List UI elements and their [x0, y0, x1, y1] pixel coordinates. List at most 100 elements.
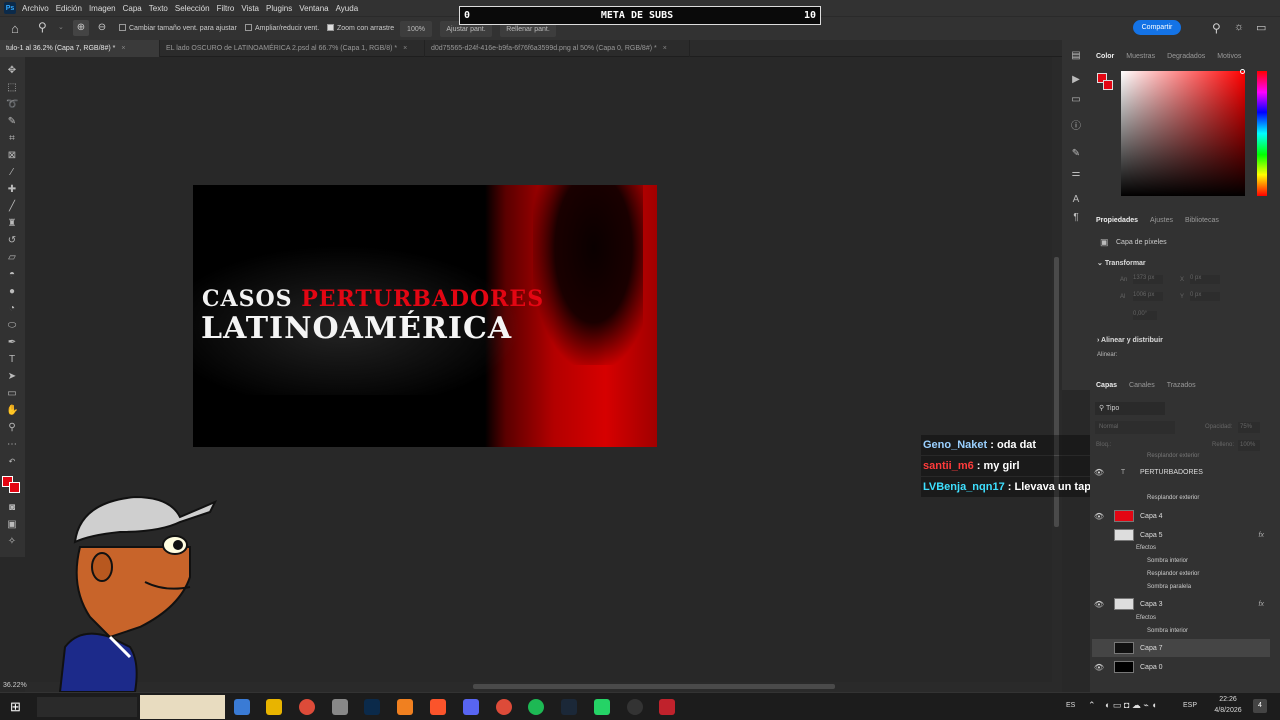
color-picker-handle[interactable]: [1240, 69, 1245, 74]
layer-row[interactable]: Capa 5 fx: [1092, 526, 1270, 544]
align-section[interactable]: › Alinear y distribuir: [1097, 337, 1163, 344]
eye-icon[interactable]: 👁: [1092, 468, 1106, 477]
menu-imagen[interactable]: Imagen: [89, 4, 116, 13]
width-field[interactable]: 1373 px: [1133, 275, 1163, 284]
color-picker-field[interactable]: [1121, 71, 1245, 196]
stamp-tool-icon[interactable]: ♜: [6, 218, 18, 230]
dodge-tool-icon[interactable]: ◔: [6, 303, 18, 315]
resize-windows-checkbox[interactable]: Cambiar tamaño vent. para ajustar: [119, 24, 237, 32]
home-icon[interactable]: ⌂: [11, 21, 19, 36]
app-icon[interactable]: [332, 699, 348, 715]
effect-item[interactable]: Sombra interior: [1147, 558, 1188, 564]
move-tool-icon[interactable]: ✥: [6, 65, 18, 77]
effect-item[interactable]: Resplandor exterior: [1147, 571, 1199, 577]
eye-icon[interactable]: 👁: [1092, 600, 1106, 609]
play-action-icon[interactable]: ▶: [1070, 74, 1082, 86]
menu-edicion[interactable]: Edición: [56, 4, 82, 13]
whatsapp-icon[interactable]: [594, 699, 610, 715]
notification-icon[interactable]: 4: [1253, 699, 1267, 713]
crop-tool-icon[interactable]: ⌗: [6, 133, 18, 145]
healing-brush-tool-icon[interactable]: ✚: [6, 184, 18, 196]
effects-group[interactable]: Efectos: [1136, 615, 1156, 621]
menu-archivo[interactable]: Archivo: [22, 4, 49, 13]
copilot-icon[interactable]: [234, 699, 250, 715]
eye-icon[interactable]: 👁: [1092, 512, 1106, 521]
brush-tool-icon[interactable]: ╱: [6, 201, 18, 213]
hue-slider[interactable]: [1257, 71, 1267, 196]
blur-tool-icon[interactable]: ●: [6, 286, 18, 298]
effect-item[interactable]: Resplandor exterior: [1147, 453, 1199, 459]
spotify-icon[interactable]: [528, 699, 544, 715]
chrome-icon[interactable]: [299, 699, 315, 715]
layer-row[interactable]: 👁 Capa 4: [1092, 507, 1270, 525]
scroll-thumb[interactable]: [473, 684, 835, 689]
y-field[interactable]: 0 px: [1190, 292, 1220, 301]
chevron-up-icon[interactable]: ⌃: [1088, 700, 1096, 711]
zoom-tool-icon[interactable]: ⚲: [38, 20, 47, 34]
transform-section[interactable]: ⌄ Transformar: [1097, 259, 1146, 267]
history-brush-tool-icon[interactable]: ↺: [6, 235, 18, 247]
close-icon[interactable]: ×: [403, 45, 407, 52]
brave-icon[interactable]: [430, 699, 446, 715]
height-field[interactable]: 1006 px: [1133, 292, 1163, 301]
tab-paths[interactable]: Trazados: [1167, 382, 1196, 389]
zoom-tool-icon[interactable]: ⚲: [6, 422, 18, 434]
scrubby-zoom-checkbox[interactable]: Zoom con arrastre: [327, 24, 394, 32]
language-indicator[interactable]: ES: [1066, 702, 1075, 709]
photoshop-taskbar-icon[interactable]: [364, 699, 380, 715]
close-icon[interactable]: ×: [121, 45, 125, 52]
zoom-in-icon[interactable]: ⊕: [73, 20, 89, 36]
pen-tool-icon[interactable]: ✒: [6, 337, 18, 349]
layer-row-selected[interactable]: Capa 7: [1092, 639, 1270, 657]
effects-group[interactable]: Efectos: [1136, 545, 1156, 551]
tray-icons[interactable]: ◐ ▭ ◘ ☁ ⌁ ◖: [1105, 700, 1157, 711]
fl-studio-icon[interactable]: [397, 699, 413, 715]
history-panel-icon[interactable]: ▤: [1070, 50, 1082, 62]
menu-filtro[interactable]: Filtro: [217, 4, 235, 13]
tab-libraries[interactable]: Bibliotecas: [1185, 217, 1219, 224]
chevron-down-icon[interactable]: ⌄: [58, 23, 64, 31]
clock-time[interactable]: 22:26: [1210, 696, 1246, 703]
hand-tool-icon[interactable]: ✋: [6, 405, 18, 417]
workspace-icon[interactable]: ▭: [1256, 21, 1266, 34]
layer-row[interactable]: 👁 T PERTURBADORES: [1092, 463, 1270, 481]
marquee-tool-icon[interactable]: ⬚: [6, 82, 18, 94]
effect-item[interactable]: Sombra paralela: [1147, 584, 1191, 590]
clock-date[interactable]: 4/8/2026: [1206, 707, 1250, 714]
opacity-field[interactable]: 75%: [1238, 422, 1260, 433]
tab-document-2[interactable]: EL lado OSCURO de LATINOAMÉRICA 2.psd al…: [160, 40, 425, 57]
effect-item[interactable]: Sombra interior: [1147, 628, 1188, 634]
tab-patterns[interactable]: Motivos: [1217, 53, 1241, 60]
document-canvas[interactable]: CASOS PERTURBADORES LATINOAMÉRICA: [193, 185, 657, 447]
quick-select-tool-icon[interactable]: ✎: [6, 116, 18, 128]
effect-item[interactable]: Resplandor exterior: [1147, 495, 1199, 501]
adjust-icon[interactable]: ⚌: [1070, 168, 1082, 180]
tab-channels[interactable]: Canales: [1129, 382, 1155, 389]
menu-seleccion[interactable]: Selección: [175, 4, 210, 13]
layer-filter-select[interactable]: ⚲ Tipo: [1095, 402, 1165, 415]
background-color-swatch[interactable]: [9, 482, 20, 493]
keyboard-layout[interactable]: ESP: [1183, 702, 1197, 709]
angle-field[interactable]: 0,00°: [1133, 311, 1157, 320]
lightbulb-icon[interactable]: ☼: [1234, 21, 1244, 33]
swap-colors-icon[interactable]: ↶: [6, 456, 18, 468]
fill-field[interactable]: 100%: [1238, 440, 1260, 451]
valorant-icon[interactable]: [659, 699, 675, 715]
generative-icon[interactable]: ✧: [6, 536, 18, 548]
more-tools-icon[interactable]: ⋯: [6, 439, 18, 451]
obs-icon[interactable]: [627, 699, 643, 715]
path-select-tool-icon[interactable]: ➤: [6, 371, 18, 383]
lasso-tool-icon[interactable]: ➰: [6, 99, 18, 111]
tab-document-1[interactable]: tulo-1 al 36.2% (Capa 7, RGB/8#) * ×: [0, 40, 160, 57]
zoom-all-checkbox[interactable]: Ampliar/reducir vent.: [245, 24, 319, 32]
menu-plugins[interactable]: Plugins: [266, 4, 292, 13]
zoom-level-field[interactable]: 100%: [400, 21, 432, 37]
tab-swatches[interactable]: Muestras: [1126, 53, 1155, 60]
menu-ventana[interactable]: Ventana: [299, 4, 328, 13]
blend-mode-select[interactable]: Normal: [1095, 421, 1175, 434]
menu-vista[interactable]: Vista: [241, 4, 259, 13]
paint-bucket-tool-icon[interactable]: ◓: [6, 269, 18, 281]
menu-capa[interactable]: Capa: [123, 4, 142, 13]
paragraph-icon[interactable]: ¶: [1070, 212, 1082, 224]
zoom-out-icon[interactable]: ⊖: [95, 20, 109, 36]
